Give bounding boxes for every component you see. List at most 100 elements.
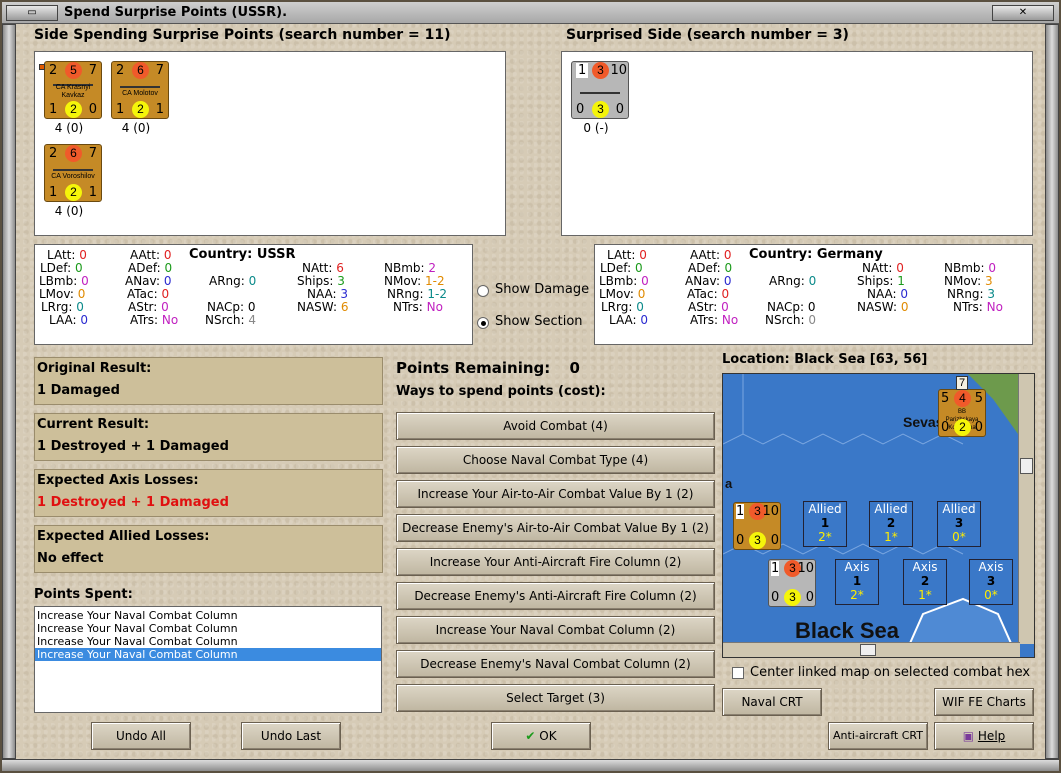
country-row: Country: USSR — [189, 247, 296, 262]
counter-value: 2 — [65, 101, 82, 118]
increase-air-to-air-button[interactable]: Increase Your Air-to-Air Combat Value By… — [396, 480, 715, 508]
undo-all-button[interactable]: Undo All — [91, 722, 191, 750]
list-item[interactable]: Increase Your Naval Combat Column — [35, 609, 381, 622]
increase-anti-aircraft-button[interactable]: Increase Your Anti-Aircraft Fire Column … — [396, 548, 715, 576]
center-linked-label[interactable]: Center linked map on selected combat hex — [750, 665, 1030, 680]
show-section-label[interactable]: Show Section — [495, 314, 583, 329]
counter-value: 0 — [736, 533, 745, 548]
country-value: USSR — [256, 247, 296, 262]
original-result-panel: Original Result: 1 Damaged — [34, 357, 383, 405]
center-linked-checkbox[interactable] — [732, 667, 744, 679]
stat-value: 3 — [337, 274, 345, 288]
map-unit-bb-parizhskaya[interactable]: 5 4 5 BB Parizhskaya Kommuna 0 2 0 — [938, 389, 986, 437]
stat-value: 3 — [340, 287, 349, 301]
stat-nbmb: NBmb: 0 — [944, 261, 997, 275]
map-vertical-scrollbar[interactable] — [1018, 374, 1034, 644]
help-book-icon: ▣ — [962, 729, 975, 743]
list-item[interactable]: Increase Your Naval Combat Column — [35, 622, 381, 635]
stat-laa: LAA: 0 — [49, 313, 88, 327]
show-damage-radio[interactable] — [477, 285, 489, 297]
counter-value: 3 — [749, 532, 766, 549]
current-result-label: Current Result: — [37, 417, 150, 432]
allied-losses-value: No effect — [37, 551, 104, 566]
stat-value: 0 — [808, 313, 816, 327]
points-remaining-label: Points Remaining: — [396, 359, 551, 377]
wif-fe-charts-button[interactable]: WIF FE Charts — [934, 688, 1034, 716]
close-button[interactable]: ✕ — [992, 5, 1054, 21]
axis-box-3[interactable]: Axis 3 0* — [969, 559, 1013, 605]
allied-box-3[interactable]: Allied 3 0* — [937, 501, 981, 547]
stat-value: 0 — [79, 248, 87, 262]
map-unit-german-stack[interactable]: 1 3 10 0 3 0 — [768, 559, 816, 607]
allied-box-1[interactable]: Allied 1 2* — [803, 501, 847, 547]
axis-box-2[interactable]: Axis 2 1* — [903, 559, 947, 605]
unit-counter-molotov[interactable]: 2 6 7 CA Molotov 1 2 1 — [111, 61, 169, 119]
window-menu-button[interactable]: ▭ — [6, 5, 58, 21]
stat-value: 6 — [336, 261, 344, 275]
stat-nrng: NRng: 1-2 — [387, 287, 448, 301]
stat-atac: ATac: 0 — [687, 287, 730, 301]
naval-crt-button[interactable]: Naval CRT — [722, 688, 822, 716]
stat-value: 0 — [721, 287, 730, 301]
stat-nmov: NMov: 3 — [944, 274, 993, 288]
germany-stats-panel: LAtt: 0 LDef: 0 LBmb: 0 LMov: 0 LRrg: 0 … — [594, 244, 1033, 345]
avoid-combat-button[interactable]: Avoid Combat (4) — [396, 412, 715, 440]
ok-button[interactable]: ✔ OK — [491, 722, 591, 750]
stat-value: No — [161, 313, 179, 327]
stat-laa: LAA: 0 — [609, 313, 648, 327]
horizontal-scroll-thumb[interactable] — [860, 644, 876, 656]
choose-naval-combat-type-button[interactable]: Choose Naval Combat Type (4) — [396, 446, 715, 474]
axis-box-1[interactable]: Axis 1 2* — [835, 559, 879, 605]
map-horizontal-scrollbar[interactable] — [723, 642, 1020, 657]
decrease-enemy-naval-combat-button[interactable]: Decrease Enemy's Naval Combat Column (2) — [396, 650, 715, 678]
box-number: 3 — [986, 574, 996, 588]
box-value: 1* — [884, 530, 898, 544]
unit-counter-voroshilov[interactable]: 2 6 7 CA Voroshilov 1 2 1 — [44, 144, 102, 202]
map-unit-stack-count: 7 — [956, 376, 969, 390]
counter-value: 6 — [65, 145, 82, 162]
show-section-radio[interactable] — [477, 317, 489, 329]
help-button[interactable]: ▣ Help — [934, 722, 1034, 750]
stat-value: 0 — [163, 274, 172, 288]
stat-nsrch: NSrch: 0 — [765, 313, 816, 327]
unit-caption: 0 (-) — [583, 121, 609, 135]
stat-adef: ADef: 0 — [688, 261, 733, 275]
unit-counter-krasnyi-kavkaz[interactable]: 2 5 7 CA Krasnyi Kavkaz 1 2 0 — [39, 61, 102, 119]
stat-nbmb: NBmb: 2 — [384, 261, 437, 275]
decrease-enemy-air-to-air-button[interactable]: Decrease Enemy's Air-to-Air Combat Value… — [396, 514, 715, 542]
right-side-title: Surprised Side (search number = 3) — [566, 27, 849, 43]
stat-value: 0 — [81, 274, 89, 288]
linked-map[interactable]: Sevas a Black Sea 5 4 5 BB Parizhskaya K… — [722, 373, 1035, 658]
undo-last-button[interactable]: Undo Last — [241, 722, 341, 750]
points-spent-list[interactable]: Increase Your Naval Combat Column Increa… — [34, 606, 382, 713]
stat-nasw: NASW: 0 — [857, 300, 909, 314]
unit-counter-german-ship[interactable]: 1 3 10 0 3 0 — [571, 61, 629, 119]
left-side-title: Side Spending Surprise Points (search nu… — [34, 27, 451, 43]
increase-naval-combat-column-button[interactable]: Increase Your Naval Combat Column (2) — [396, 616, 715, 644]
vertical-scroll-thumb[interactable] — [1020, 458, 1033, 474]
expected-axis-losses-panel: Expected Axis Losses: 1 Destroyed + 1 Da… — [34, 469, 383, 517]
map-unit-ussr-stack[interactable]: 1 3 10 0 3 0 — [733, 502, 781, 550]
anti-aircraft-crt-button[interactable]: Anti-aircraft CRT — [828, 722, 928, 750]
box-value: 2* — [818, 530, 832, 544]
map-location-label: Location: Black Sea [63, 56] — [722, 352, 928, 367]
list-item[interactable]: Increase Your Naval Combat Column — [35, 648, 381, 661]
dialog-window: ▭ Spend Surprise Points (USSR). ✕ Side S… — [0, 0, 1061, 773]
decrease-enemy-anti-aircraft-button[interactable]: Decrease Enemy's Anti-Aircraft Fire Colu… — [396, 582, 715, 610]
right-frame — [1045, 24, 1059, 759]
select-target-button[interactable]: Select Target (3) — [396, 684, 715, 712]
allied-box-2[interactable]: Allied 2 1* — [869, 501, 913, 547]
stat-value: No — [426, 300, 443, 314]
window-title: Spend Surprise Points (USSR). — [64, 5, 288, 20]
stat-value: No — [986, 300, 1003, 314]
stat-atrs: ATrs: No — [130, 313, 179, 327]
country-row: Country: Germany — [749, 247, 883, 262]
stat-aatt: AAtt: 0 — [130, 248, 172, 262]
stat-latt: LAtt: 0 — [607, 248, 647, 262]
ship-icon — [53, 165, 93, 171]
list-item[interactable]: Increase Your Naval Combat Column — [35, 635, 381, 648]
show-damage-label[interactable]: Show Damage — [495, 282, 589, 297]
counter-value: 1 — [576, 63, 589, 78]
unit-caption: 4 (0) — [54, 204, 84, 218]
map-sea-label: Black Sea — [795, 618, 899, 643]
